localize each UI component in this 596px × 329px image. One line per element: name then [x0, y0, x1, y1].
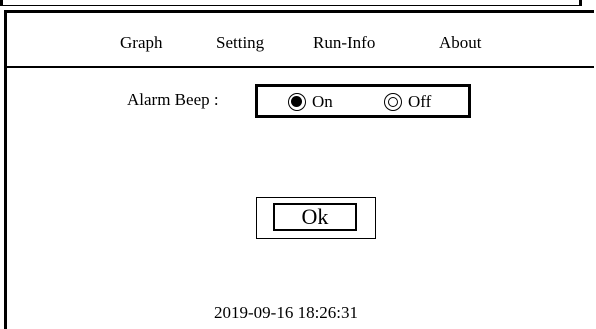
window-top-edge	[0, 0, 582, 6]
radio-checked-icon	[288, 93, 306, 111]
menu-item-about[interactable]: About	[439, 33, 482, 53]
menu-item-run-info[interactable]: Run-Info	[313, 33, 375, 53]
ok-button-label: Ok	[273, 203, 357, 231]
alarm-beep-on-radio[interactable]: On	[288, 91, 333, 113]
ok-button[interactable]: Ok	[256, 197, 376, 239]
radio-unchecked-icon	[384, 93, 402, 111]
alarm-beep-radio-group: On Off	[255, 84, 471, 118]
alarm-beep-label: Alarm Beep :	[127, 90, 219, 109]
alarm-beep-on-label: On	[312, 92, 333, 111]
menu-item-graph[interactable]: Graph	[120, 33, 162, 53]
alarm-beep-off-radio[interactable]: Off	[384, 91, 431, 113]
settings-window: Graph Setting Run-Info About Alarm Beep …	[4, 10, 594, 329]
alarm-beep-off-label: Off	[408, 92, 432, 111]
menu-bar: Graph Setting Run-Info About	[7, 13, 594, 68]
menu-item-setting[interactable]: Setting	[216, 33, 264, 53]
status-timestamp: 2019-09-16 18:26:31	[214, 303, 359, 322]
